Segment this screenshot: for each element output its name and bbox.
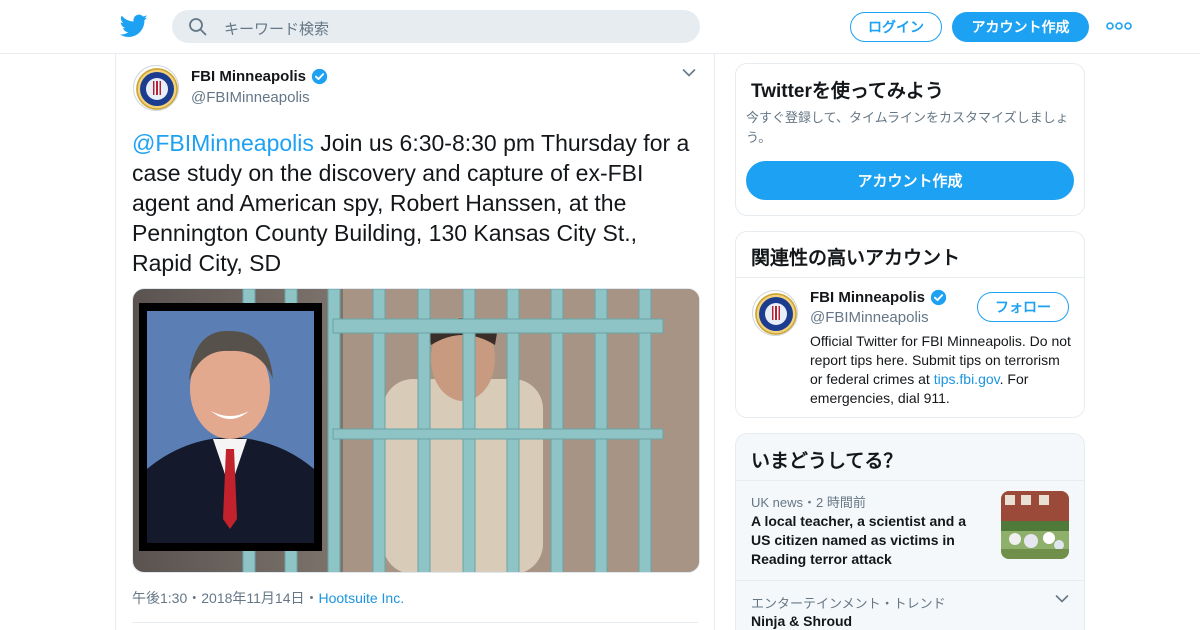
- login-button[interactable]: ログイン: [850, 12, 942, 42]
- search-placeholder: キーワード検索: [224, 21, 330, 38]
- related-account-name-text: FBI Minneapolis: [810, 289, 926, 306]
- related-accounts-title: 関連性の高いアカウント: [751, 248, 961, 269]
- signup-card: Twitterを使ってみよう 今すぐ登録して、タイムラインをカスタマイズしましょ…: [735, 63, 1085, 216]
- related-account-name[interactable]: FBI Minneapolis: [810, 289, 947, 306]
- bio-link[interactable]: tips.fbi.gov: [934, 371, 1000, 387]
- related-account-bio: Official Twitter for FBI Minneapolis. Do…: [810, 332, 1072, 408]
- author-avatar[interactable]: [133, 65, 179, 111]
- tweet-detail: FBI Minneapolis @FBIMinneapolis @FBIMinn…: [115, 54, 715, 630]
- signup-card-title: Twitterを使ってみよう: [751, 81, 944, 102]
- news-thumbnail[interactable]: [1001, 491, 1069, 559]
- search-field[interactable]: キーワード検索: [172, 10, 700, 43]
- related-accounts-card: 関連性の高いアカウント FBI Minneapolis @FBIMinneapo…: [735, 231, 1085, 418]
- related-account-avatar[interactable]: [752, 290, 798, 336]
- trend-category: エンターテインメント・トレンド: [751, 596, 946, 611]
- meta-separator: ・: [304, 590, 319, 606]
- chevron-down-icon[interactable]: [682, 68, 696, 78]
- divider: [736, 480, 1084, 481]
- signup-card-description: 今すぐ登録して、タイムラインをカスタマイズしましょう。: [746, 110, 1069, 145]
- trend-name[interactable]: Ninja & Shroud: [751, 613, 852, 629]
- top-navigation-bar: キーワード検索 ログイン アカウント作成: [0, 0, 1200, 54]
- whats-happening-card: いまどうしてる？ UK news・2 時間前 A local teacher, …: [735, 433, 1085, 630]
- news-separator: ・: [803, 495, 817, 510]
- tweet-time[interactable]: 午後1:30: [132, 590, 187, 606]
- fbi-seal-icon: [755, 293, 797, 335]
- whats-happening-title: いまどうしてる？: [751, 451, 903, 472]
- search-icon: [189, 18, 207, 36]
- news-source-name: UK news: [751, 495, 804, 510]
- news-time: 2 時間前: [816, 495, 866, 510]
- author-name-text: FBI Minneapolis: [191, 68, 307, 85]
- divider: [736, 580, 1084, 581]
- fbi-seal-icon: [136, 68, 178, 110]
- author-handle[interactable]: @FBIMinneapolis: [191, 89, 310, 106]
- tweet-text: @FBIMinneapolis Join us 6:30-8:30 pm Thu…: [132, 128, 698, 278]
- mention-link[interactable]: @FBIMinneapolis: [132, 130, 314, 156]
- related-account-handle[interactable]: @FBIMinneapolis: [810, 309, 929, 326]
- meta-separator: ・: [187, 590, 202, 606]
- author-name[interactable]: FBI Minneapolis: [191, 68, 328, 85]
- verified-badge-icon: [311, 68, 328, 85]
- news-headline[interactable]: A local teacher, a scientist and a US ci…: [751, 512, 981, 569]
- signup-button[interactable]: アカウント作成: [952, 12, 1089, 42]
- divider: [736, 277, 1084, 278]
- tweet-metadata: 午後1:30・2018年11月14日・Hootsuite Inc.: [132, 588, 404, 608]
- tweet-photo[interactable]: [132, 288, 700, 573]
- divider: [132, 622, 698, 623]
- signup-card-button[interactable]: アカウント作成: [746, 161, 1074, 200]
- news-image: [1001, 491, 1069, 559]
- twitter-bird-icon[interactable]: [120, 12, 148, 40]
- tweet-date[interactable]: 2018年11月14日: [201, 590, 304, 606]
- news-source: UK news・2 時間前: [751, 492, 866, 511]
- verified-badge-icon: [930, 289, 947, 306]
- more-dots-icon[interactable]: [1106, 18, 1132, 34]
- follow-button[interactable]: フォロー: [977, 292, 1069, 322]
- chevron-down-icon[interactable]: [1055, 594, 1069, 604]
- jail-photo-image: [133, 289, 699, 572]
- tweet-source-link[interactable]: Hootsuite Inc.: [319, 590, 405, 606]
